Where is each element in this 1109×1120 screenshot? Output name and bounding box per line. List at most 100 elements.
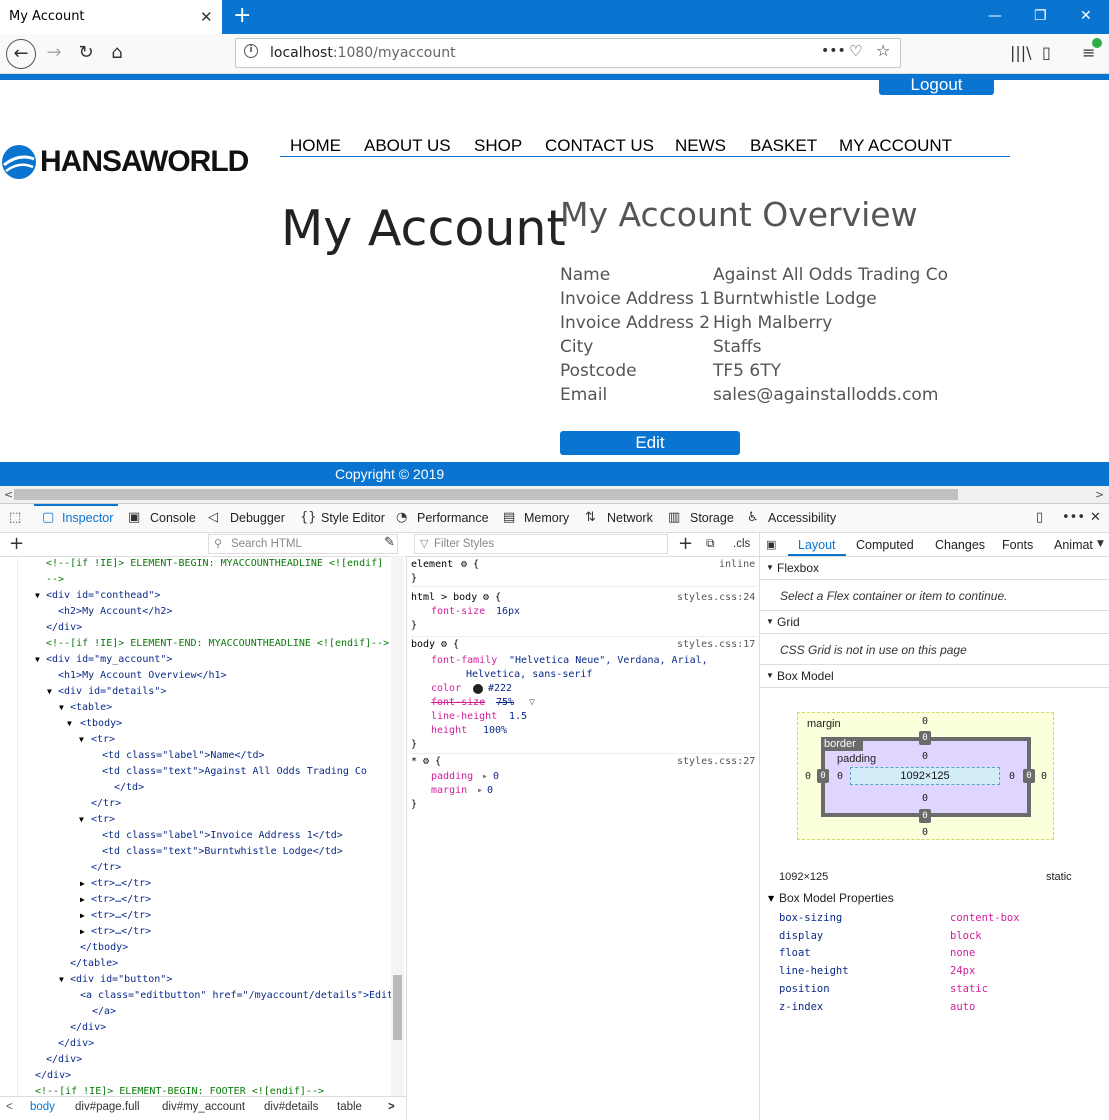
menu-item-news[interactable]: NEWS (675, 136, 726, 156)
rule-source[interactable]: styles.css:24 (677, 591, 755, 605)
css-value[interactable]: 0 (493, 770, 499, 784)
css-value[interactable]: 1.5 (509, 710, 527, 724)
gear-icon[interactable]: ⚙ { (483, 591, 501, 605)
more-options-icon[interactable]: ••• (1062, 511, 1085, 525)
page-actions-icon[interactable]: ••• (821, 43, 846, 59)
html-line[interactable]: <td class="text">Against All Odds Tradin… (102, 764, 367, 780)
tab-debugger[interactable]: Debugger (230, 504, 285, 533)
html-line[interactable]: <td class="label">Name</td> (102, 748, 265, 764)
html-line[interactable]: <div id="button"> (70, 972, 172, 988)
html-line[interactable]: </tr> (91, 796, 121, 812)
search-html-input[interactable]: ⚲ Search HTML (208, 534, 398, 554)
new-tab-icon[interactable]: + (233, 4, 251, 28)
scrollbar-thumb[interactable] (14, 489, 958, 500)
html-line[interactable]: <td class="label">Invoice Address 1</td> (102, 828, 343, 844)
html-line[interactable]: <!--[if !IE]> ELEMENT-END: MYACCOUNTHEAD… (46, 636, 389, 652)
element-picker-icon[interactable]: ⬚ (9, 511, 21, 525)
collapse-toggle-icon[interactable]: ▶ (80, 876, 85, 892)
tab-layout[interactable]: Layout (798, 533, 836, 557)
html-line[interactable]: <!--[if !IE]> ELEMENT-BEGIN: FOOTER <![e… (35, 1084, 324, 1096)
html-line[interactable]: <h2>My Account</h2> (58, 604, 172, 620)
html-tree[interactable]: <!--[if !IE]> ELEMENT-BEGIN: MYACCOUNTHE… (0, 556, 391, 1096)
site-info-icon[interactable]: i (244, 44, 258, 58)
cls-button[interactable]: .cls (733, 533, 750, 555)
html-line[interactable]: <tbody> (80, 716, 122, 732)
expand-toggle-icon[interactable]: ▼ (67, 716, 72, 732)
scrollbar-thumb[interactable] (393, 975, 402, 1040)
toggle-pseudo-icon[interactable]: ⧉ (706, 536, 715, 551)
tab-network[interactable]: Network (607, 504, 653, 533)
html-line[interactable]: <!--[if !IE]> ELEMENT-BEGIN: MYACCOUNTHE… (46, 556, 383, 572)
toggle-sidebar-icon[interactable]: ▣ (766, 538, 776, 551)
menu-item-shop[interactable]: SHOP (474, 136, 522, 156)
eyedropper-icon[interactable]: ✎ (384, 535, 395, 550)
collapse-toggle-icon[interactable]: ▶ (80, 892, 85, 908)
margin-right-value[interactable]: 0 (1041, 771, 1047, 783)
url-bar[interactable]: i localhost:1080/myaccount ••• ♡ ☆ (235, 38, 901, 68)
html-line[interactable]: <tr>…</tr> (91, 908, 151, 924)
forward-icon[interactable]: → (42, 42, 66, 66)
breadcrumb-item[interactable]: div#details (264, 1096, 318, 1118)
expand-toggle-icon[interactable]: ▼ (59, 700, 64, 716)
add-node-icon[interactable]: + (9, 533, 24, 555)
breadcrumb-prev-icon[interactable]: < (6, 1096, 13, 1118)
expand-toggle-icon[interactable]: ▼ (59, 972, 64, 988)
box-model-section-header[interactable]: ▼ Box Model (760, 664, 1109, 688)
html-line[interactable]: </table> (70, 956, 118, 972)
css-property[interactable]: height (431, 724, 467, 738)
breadcrumb-item[interactable]: div#my_account (162, 1096, 245, 1118)
tab-performance[interactable]: Performance (417, 504, 489, 533)
rule-source[interactable]: styles.css:17 (677, 638, 755, 652)
tab-style-editor[interactable]: Style Editor (321, 504, 385, 533)
window-close-icon[interactable]: ✕ (1080, 8, 1092, 24)
breadcrumb-item[interactable]: body (30, 1096, 55, 1118)
menu-item-basket[interactable]: BASKET (750, 136, 817, 156)
logout-button[interactable]: Logout (879, 76, 994, 95)
scroll-right-icon[interactable]: > (1095, 486, 1104, 503)
tab-computed[interactable]: Computed (856, 533, 914, 557)
html-line[interactable]: <tr> (91, 812, 115, 828)
html-line[interactable]: --> (46, 572, 64, 588)
css-value[interactable]: 100% (483, 724, 507, 738)
gear-icon[interactable]: ⚙ { (423, 755, 441, 769)
scroll-left-icon[interactable]: < (4, 486, 13, 503)
css-property-overridden[interactable]: font-size (431, 696, 485, 710)
border-top-value[interactable]: 0 (919, 731, 931, 745)
sidebar-icon[interactable]: ▯ (1042, 43, 1051, 63)
tab-accessibility[interactable]: Accessibility (768, 504, 836, 533)
tab-inspector[interactable]: Inspector (62, 504, 113, 533)
expand-value-icon[interactable]: ▸ (477, 784, 483, 798)
tab-close-icon[interactable]: ✕ (200, 8, 213, 26)
tab-console[interactable]: Console (150, 504, 196, 533)
breadcrumb-item[interactable]: div#page.full (75, 1096, 140, 1118)
html-line[interactable]: </div> (46, 1052, 82, 1068)
html-line[interactable]: <a class="editbutton" href="/myaccount/d… (80, 988, 391, 1004)
library-icon[interactable]: |||\ (1010, 43, 1032, 63)
devtools-close-icon[interactable]: ✕ (1090, 511, 1101, 525)
css-property[interactable]: color (431, 682, 461, 696)
expand-toggle-icon[interactable]: ▼ (47, 684, 52, 700)
html-line[interactable]: </div> (46, 620, 82, 636)
browser-tab[interactable]: My Account (0, 0, 222, 34)
collapse-toggle-icon[interactable]: ▶ (80, 924, 85, 940)
gear-icon[interactable]: ⚙ { (441, 638, 459, 652)
css-property[interactable]: font-family (431, 654, 497, 668)
css-value[interactable]: 16px (496, 605, 520, 619)
restore-icon[interactable]: ❐ (1034, 8, 1047, 24)
html-line[interactable]: </tr> (91, 860, 121, 876)
rule-selector[interactable]: body (411, 638, 435, 652)
css-property[interactable]: font-size (431, 605, 485, 619)
css-value[interactable]: #222 (488, 682, 512, 696)
menu-item-home[interactable]: HOME (290, 136, 341, 156)
flexbox-section-header[interactable]: ▼ Flexbox (760, 556, 1109, 580)
border-left-value[interactable]: 0 (817, 769, 829, 783)
html-line[interactable]: <tr>…</tr> (91, 876, 151, 892)
html-line[interactable]: </div> (35, 1068, 71, 1084)
rule-source[interactable]: inline (719, 558, 755, 572)
reload-icon[interactable]: ↻ (74, 42, 98, 66)
collapse-toggle-icon[interactable]: ▼ (768, 892, 774, 906)
gear-icon[interactable]: ⚙ { (461, 558, 479, 572)
panel-divider[interactable] (406, 557, 407, 1120)
color-swatch[interactable] (473, 684, 483, 694)
minimize-icon[interactable]: — (988, 8, 1002, 24)
